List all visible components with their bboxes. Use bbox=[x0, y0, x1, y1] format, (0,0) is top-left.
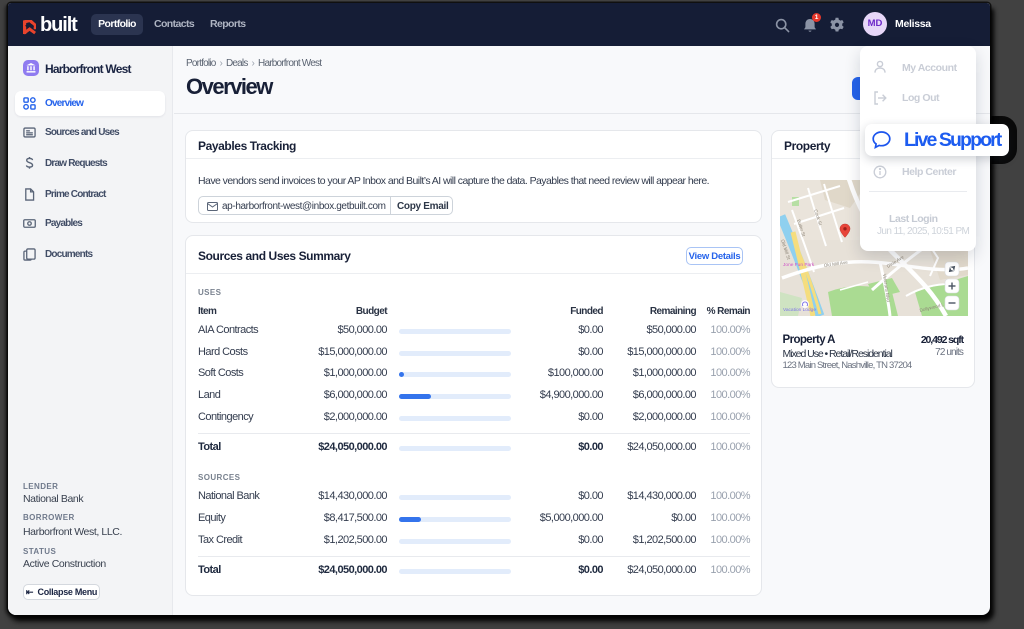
svg-text:Jone Fun Park: Jone Fun Park bbox=[783, 262, 815, 268]
svg-text:Vacation Lodge: Vacation Lodge bbox=[783, 307, 816, 313]
